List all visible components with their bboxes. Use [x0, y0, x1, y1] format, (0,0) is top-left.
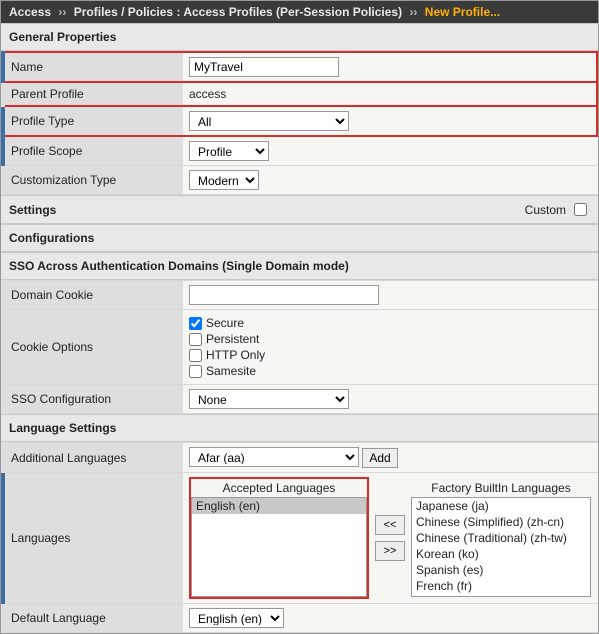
move-left-button[interactable]: << — [375, 515, 405, 535]
accepted-languages-title: Accepted Languages — [191, 479, 367, 497]
list-item[interactable]: French (fr) — [412, 578, 590, 594]
accepted-languages-list[interactable]: English (en) — [191, 497, 367, 597]
secure-checkbox[interactable] — [189, 317, 202, 330]
breadcrumb-seg2[interactable]: Profiles / Policies : Access Profiles (P… — [74, 5, 402, 19]
add-language-button[interactable]: Add — [362, 448, 397, 468]
list-item[interactable]: Japanese (ja) — [412, 498, 590, 514]
profile-scope-select[interactable]: Profile — [189, 141, 269, 161]
label-additional-languages: Additional Languages — [3, 443, 183, 473]
persistent-checkbox[interactable] — [189, 333, 202, 346]
factory-languages-title: Factory BuiltIn Languages — [411, 479, 591, 497]
list-item[interactable]: Chinese (Simplified) (zh-cn) — [412, 514, 590, 530]
label-profile-scope: Profile Scope — [3, 136, 183, 166]
list-item[interactable]: Chinese (Traditional) (zh-tw) — [412, 530, 590, 546]
breadcrumb: Access ›› Profiles / Policies : Access P… — [1, 1, 598, 23]
domain-cookie-input[interactable] — [189, 285, 379, 305]
label-profile-type: Profile Type — [3, 106, 183, 136]
list-item[interactable]: Spanish (es) — [412, 562, 590, 578]
custom-checkbox[interactable] — [574, 203, 587, 216]
list-item[interactable]: English (en) — [192, 498, 366, 514]
additional-languages-select[interactable]: Afar (aa) — [189, 447, 359, 467]
customization-type-select[interactable]: Modern — [189, 170, 259, 190]
label-default-language: Default Language — [3, 604, 183, 633]
breadcrumb-seg1[interactable]: Access — [9, 5, 51, 19]
profile-type-select[interactable]: All — [189, 111, 349, 131]
httponly-checkbox[interactable] — [189, 349, 202, 362]
custom-label: Custom — [525, 203, 566, 217]
label-domain-cookie: Domain Cookie — [3, 281, 183, 310]
list-item[interactable]: German (de) — [412, 594, 590, 597]
section-sso: SSO Across Authentication Domains (Singl… — [1, 252, 598, 280]
section-settings: Settings Custom — [1, 195, 598, 224]
label-name: Name — [3, 52, 183, 82]
label-languages: Languages — [3, 473, 183, 604]
section-configurations: Configurations — [1, 224, 598, 252]
section-general-properties: General Properties — [1, 23, 598, 51]
default-language-select[interactable]: English (en) — [189, 608, 284, 628]
label-customization-type: Customization Type — [3, 166, 183, 195]
label-parent-profile: Parent Profile — [3, 82, 183, 106]
parent-profile-value: access — [183, 82, 597, 106]
breadcrumb-current: New Profile... — [425, 5, 500, 19]
name-input[interactable] — [189, 57, 339, 77]
samesite-checkbox[interactable] — [189, 365, 202, 378]
factory-languages-list[interactable]: Japanese (ja) Chinese (Simplified) (zh-c… — [411, 497, 591, 597]
list-item[interactable]: Korean (ko) — [412, 546, 590, 562]
label-cookie-options: Cookie Options — [3, 310, 183, 385]
breadcrumb-sep: ›› — [58, 5, 66, 19]
breadcrumb-sep: ›› — [409, 5, 417, 19]
move-right-button[interactable]: >> — [375, 541, 405, 561]
sso-configuration-select[interactable]: None — [189, 389, 349, 409]
section-language-settings: Language Settings — [1, 414, 598, 442]
label-sso-configuration: SSO Configuration — [3, 385, 183, 414]
